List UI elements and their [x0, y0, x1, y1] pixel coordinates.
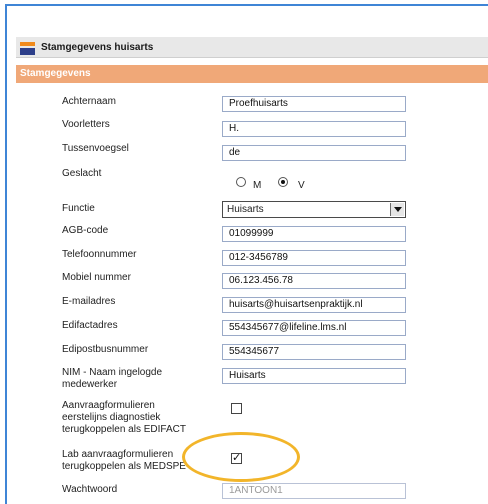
nim-field[interactable]: Huisarts [222, 368, 406, 384]
email-field[interactable]: huisarts@huisartsenpraktijk.nl [222, 297, 406, 313]
chevron-down-icon[interactable] [390, 203, 404, 216]
achternaam-field[interactable]: Proefhuisarts [222, 96, 406, 112]
page-header: Stamgegevens huisarts [16, 37, 488, 58]
tussenvoegsel-field[interactable]: de [222, 145, 406, 161]
edifact-field[interactable]: 554345677@lifeline.lms.nl [222, 320, 406, 336]
mobiel-label: Mobiel nummer [62, 272, 131, 283]
section-header: Stamgegevens [16, 65, 488, 83]
geslacht-radio-m[interactable] [236, 177, 246, 187]
app-logo-icon [20, 42, 35, 55]
functie-label: Functie [62, 203, 95, 214]
lab-medspe-label: Lab aanvraagformulieren terugkoppelen al… [62, 449, 186, 472]
geslacht-radio-v[interactable] [278, 177, 288, 187]
email-label: E-mailadres [62, 296, 116, 307]
geslacht-radio-v-label: V [298, 180, 305, 191]
edipost-field[interactable]: 554345677 [222, 344, 406, 360]
edipost-label: Edipostbusnummer [62, 344, 149, 355]
agb-label: AGB-code [62, 225, 109, 236]
geslacht-label: Geslacht [62, 168, 102, 179]
mobiel-field[interactable]: 06.123.456.78 [222, 273, 406, 289]
geslacht-radio-m-label: M [253, 180, 262, 191]
telefoon-field[interactable]: 012-3456789 [222, 250, 406, 266]
wachtwoord-label: Wachtwoord [62, 484, 118, 495]
nim-label: NIM - Naam ingelogde medewerker [62, 367, 163, 390]
aanvraag-edifact-checkbox[interactable] [231, 403, 242, 414]
achternaam-label: Achternaam [62, 96, 116, 107]
page-title: Stamgegevens huisarts [41, 42, 154, 53]
lab-medspe-checkbox[interactable] [231, 451, 242, 464]
tussenvoegsel-label: Tussenvoegsel [62, 143, 129, 154]
functie-selected-value: Huisarts [227, 204, 264, 215]
telefoon-label: Telefoonnummer [62, 249, 137, 260]
agb-field[interactable]: 01099999 [222, 226, 406, 242]
edifact-label: Edifactadres [62, 320, 118, 331]
section-title: Stamgegevens [20, 68, 91, 79]
voorletters-field[interactable]: H. [222, 121, 406, 137]
voorletters-label: Voorletters [62, 119, 110, 130]
aanvraag-edifact-label: Aanvraagformulieren eerstelijns diagnost… [62, 400, 186, 435]
wachtwoord-field[interactable]: 1ANTOON1 [222, 483, 406, 499]
functie-select[interactable]: Huisarts [222, 201, 406, 218]
